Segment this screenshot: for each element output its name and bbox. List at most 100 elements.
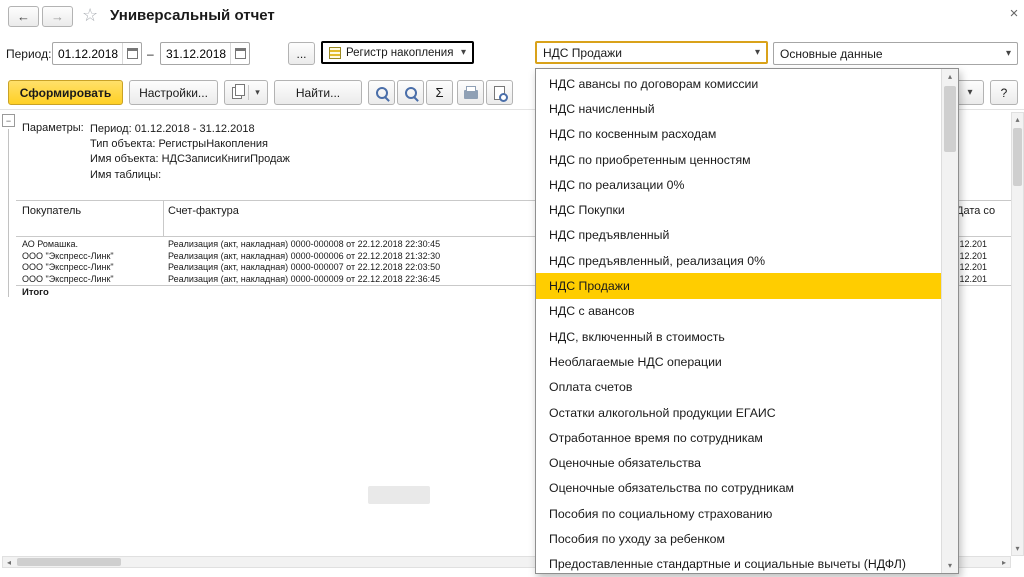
favorite-star-icon[interactable]: ☆ (82, 5, 98, 26)
dropdown-item[interactable]: НДС с авансов (536, 299, 941, 324)
preview-button[interactable] (486, 80, 513, 105)
cell-date: 2.12.201 (952, 251, 1010, 261)
cell-date: 2.12.201 (952, 262, 1010, 272)
forward-button[interactable]: → (42, 6, 73, 27)
dropdown-item[interactable]: Отработанное время по сотрудникам (536, 425, 941, 450)
table-name-combo[interactable]: Основные данные ▾ (773, 42, 1018, 65)
horizontal-scroll-thumb[interactable] (17, 558, 121, 566)
close-icon[interactable]: × (1004, 3, 1024, 23)
calendar-icon (127, 48, 138, 59)
find-previous-icon (376, 87, 388, 99)
find-next-button[interactable] (397, 80, 424, 105)
dropdown-item[interactable]: НДС авансы по договорам комиссии (536, 71, 941, 96)
dropdown-scrollbar[interactable]: ▴ ▾ (941, 69, 958, 573)
help-button[interactable]: ? (990, 80, 1018, 105)
dropdown-item[interactable]: НДС начисленный (536, 96, 941, 121)
copy-icon (232, 87, 242, 99)
date-to-field[interactable] (160, 42, 250, 65)
total-label: Итого (22, 287, 49, 298)
report-parameter-line: Тип объекта: РегистрыНакопления (90, 137, 290, 152)
report-parameter-line: Период: 01.12.2018 - 31.12.2018 (90, 122, 290, 137)
date-from-input[interactable] (53, 47, 120, 61)
copy-split-button[interactable]: ▾ (224, 80, 268, 105)
forward-arrow-icon: → (51, 9, 64, 24)
cell-invoice: Реализация (акт, накладная) 0000-000006 … (168, 251, 440, 261)
cell-invoice: Реализация (акт, накладная) 0000-000008 … (168, 239, 440, 249)
group-collapse-button[interactable]: − (2, 114, 15, 127)
cell-invoice: Реализация (акт, накладная) 0000-000007 … (168, 262, 440, 272)
dropdown-item[interactable]: НДС Продажи (536, 273, 941, 298)
vertical-scrollbar[interactable]: ▴ ▾ (1011, 112, 1024, 556)
report-parameter-line: Имя таблицы: (90, 168, 290, 183)
dropdown-item[interactable]: НДС предъявленный (536, 223, 941, 248)
print-button[interactable] (457, 80, 484, 105)
generate-button[interactable]: Сформировать (8, 80, 123, 105)
scroll-left-icon[interactable]: ◂ (3, 557, 15, 567)
dropdown-item[interactable]: НДС по косвенным расходам (536, 122, 941, 147)
back-arrow-icon: ← (17, 9, 30, 24)
scroll-right-icon[interactable]: ▸ (998, 557, 1010, 567)
dropdown-item[interactable]: Остатки алкогольной продукции ЕГАИС (536, 400, 941, 425)
find-previous-button[interactable] (368, 80, 395, 105)
find-button[interactable]: Найти... (274, 80, 362, 105)
back-button[interactable]: ← (8, 6, 39, 27)
column-header-invoice[interactable]: Счет-фактура (168, 205, 239, 217)
params-lines: Период: 01.12.2018 - 31.12.2018Тип объек… (90, 122, 290, 183)
find-next-icon (405, 87, 417, 99)
scroll-up-icon[interactable]: ▴ (942, 69, 958, 84)
more-actions-button[interactable]: ▾ (956, 80, 984, 105)
period-options-button[interactable]: ... (288, 42, 315, 65)
chevron-down-icon[interactable]: ▾ (1000, 48, 1017, 59)
dropdown-item[interactable]: НДС предъявленный, реализация 0% (536, 248, 941, 273)
group-bracket (8, 129, 9, 297)
dropdown-item-list: НДС авансы по договорам комиссииНДС начи… (536, 71, 941, 573)
dropdown-item[interactable]: НДС Покупки (536, 197, 941, 222)
chevron-down-icon[interactable]: ▾ (749, 47, 766, 58)
report-parameter-line: Имя объекта: НДСЗаписиКнигиПродаж (90, 152, 290, 167)
table-name-value: Основные данные (780, 47, 883, 61)
date-from-field[interactable] (52, 42, 142, 65)
sum-button[interactable]: Σ (426, 80, 453, 105)
dropdown-item[interactable]: Оценочные обязательства (536, 450, 941, 475)
column-header-buyer[interactable]: Покупатель (22, 205, 81, 217)
object-name-value: НДС Продажи (543, 46, 622, 60)
dropdown-item[interactable]: Оценочные обязательства по сотрудникам (536, 476, 941, 501)
preview-icon (494, 86, 505, 100)
cell-date: 2.12.201 (952, 274, 1010, 284)
cell-buyer: АО Ромашка. (22, 239, 78, 249)
dropdown-item[interactable]: НДС, включенный в стоимость (536, 324, 941, 349)
dropdown-item[interactable]: Оплата счетов (536, 375, 941, 400)
dropdown-item[interactable]: НДС по приобретенным ценностям (536, 147, 941, 172)
object-name-combo[interactable]: НДС Продажи ▾ (535, 41, 768, 64)
vertical-scroll-thumb[interactable] (1013, 128, 1022, 186)
cell-buyer: ООО "Экспресс-Линк" (22, 262, 114, 272)
chevron-down-icon[interactable]: ▾ (455, 47, 472, 58)
cell-buyer: ООО "Экспресс-Линк" (22, 251, 114, 261)
settings-button[interactable]: Настройки... (129, 80, 218, 105)
date-range-dash: – (147, 47, 154, 61)
printer-icon (464, 90, 478, 99)
dropdown-scroll-thumb[interactable] (944, 86, 956, 152)
object-name-dropdown: НДС авансы по договорам комиссииНДС начи… (535, 68, 959, 574)
report-placeholder (368, 486, 430, 504)
column-divider (163, 201, 164, 236)
page-title: Универсальный отчет (110, 7, 275, 24)
dropdown-item[interactable]: Необлагаемые НДС операции (536, 349, 941, 374)
date-to-input[interactable] (161, 47, 228, 61)
chevron-down-icon[interactable]: ▾ (255, 87, 260, 98)
column-header-date[interactable]: Дата со (956, 205, 995, 217)
params-label: Параметры: (22, 122, 84, 134)
calendar-icon (235, 48, 246, 59)
object-type-combo[interactable]: Регистр накопления ▾ (321, 41, 474, 64)
chevron-down-icon: ▾ (967, 87, 972, 98)
cell-date: 2.12.201 (952, 239, 1010, 249)
dropdown-item[interactable]: Предоставленные стандартные и социальные… (536, 552, 941, 573)
calendar-button[interactable] (122, 43, 141, 64)
calendar-button[interactable] (230, 43, 249, 64)
scroll-down-icon[interactable]: ▾ (1012, 542, 1023, 555)
dropdown-item[interactable]: НДС по реализации 0% (536, 172, 941, 197)
dropdown-item[interactable]: Пособия по уходу за ребенком (536, 526, 941, 551)
dropdown-item[interactable]: Пособия по социальному страхованию (536, 501, 941, 526)
scroll-down-icon[interactable]: ▾ (942, 558, 958, 573)
scroll-up-icon[interactable]: ▴ (1012, 113, 1023, 126)
